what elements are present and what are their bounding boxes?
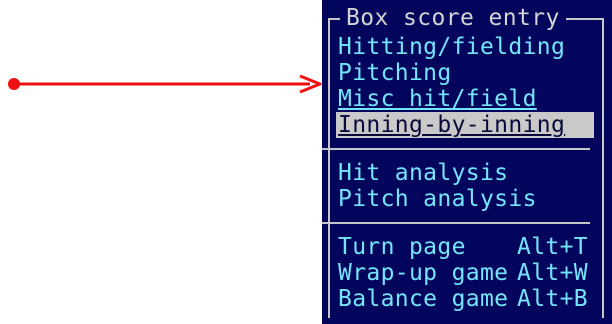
box-score-menu-panel: Box score entry Hitting/fielding Pitchin…: [322, 0, 612, 324]
shortcut-wrap-up-game: Alt+W: [517, 260, 588, 286]
menu-list: Hitting/fielding Pitching Misc hit/field…: [322, 34, 598, 312]
panel-title: Box score entry: [340, 6, 566, 30]
menu-item-pitching[interactable]: Pitching: [338, 60, 598, 86]
menu-item-hit-analysis[interactable]: Hit analysis: [338, 160, 598, 186]
menu-item-pitch-analysis[interactable]: Pitch analysis: [338, 186, 598, 212]
menu-item-balance-game[interactable]: Balance game Alt+B: [338, 286, 598, 312]
menu-separator-2: [322, 222, 590, 224]
pointer-arrowhead: [299, 74, 322, 94]
menu-item-turn-page[interactable]: Turn page Alt+T: [338, 234, 598, 260]
menu-item-misc-hit-field[interactable]: Misc hit/field: [338, 86, 598, 112]
menu-separator-1: [322, 148, 590, 150]
menu-item-wrap-up-game[interactable]: Wrap-up game Alt+W: [338, 260, 598, 286]
menu-item-hitting-fielding[interactable]: Hitting/fielding: [338, 34, 598, 60]
shortcut-balance-game: Alt+B: [517, 286, 588, 312]
menu-item-inning-by-inning[interactable]: Inning-by-inning: [336, 112, 594, 138]
shortcut-turn-page: Alt+T: [517, 234, 588, 260]
pointer-dot: [8, 78, 20, 90]
